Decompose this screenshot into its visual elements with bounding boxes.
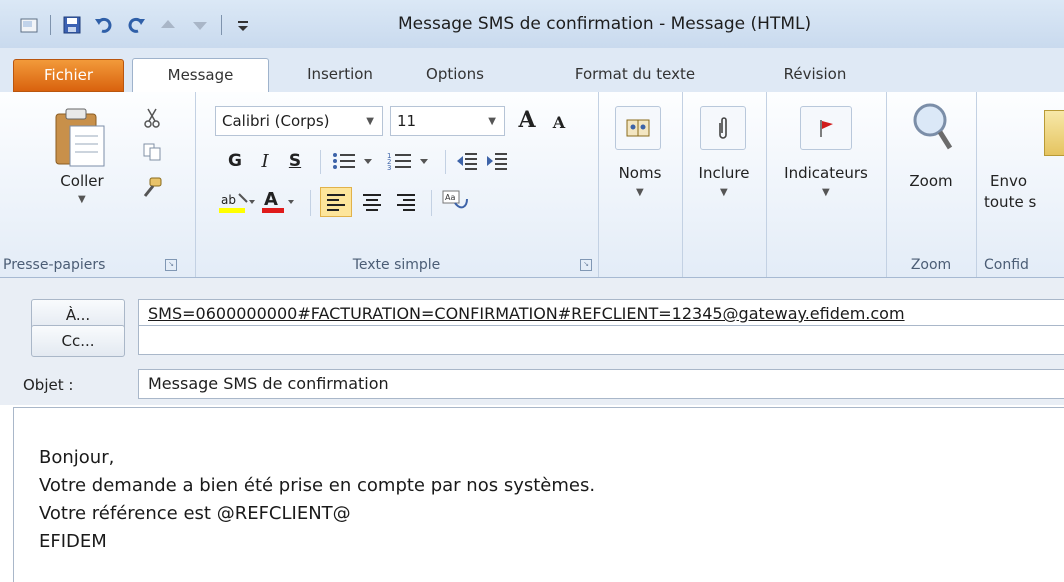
- flag-icon[interactable]: [800, 106, 852, 150]
- separator: [310, 190, 311, 216]
- body-line: Votre demande a bien été prise en compte…: [39, 475, 596, 496]
- group-flags: Indicateurs ▼: [766, 92, 887, 277]
- zoom-icon[interactable]: [910, 100, 954, 152]
- cc-field[interactable]: [138, 325, 1064, 355]
- save-icon[interactable]: [61, 14, 83, 36]
- tab-revision[interactable]: Révision: [760, 58, 870, 91]
- svg-text:3: 3: [387, 164, 391, 172]
- zoom-group-label: Zoom: [910, 257, 952, 273]
- ribbon: Coller ▼ Presse-papiers ↘ Calibri (Corps…: [0, 92, 1064, 278]
- tab-format-du-texte[interactable]: Format du texte: [560, 58, 710, 91]
- send-all-icon[interactable]: [1044, 110, 1064, 156]
- flags-button[interactable]: Indicateurs: [766, 164, 886, 182]
- confidentiality-group-label: Confid: [984, 257, 1029, 273]
- font-name-value: Calibri (Corps): [222, 112, 330, 130]
- chevron-down-icon[interactable]: ▼: [720, 187, 728, 198]
- paste-button[interactable]: Coller: [52, 172, 112, 190]
- font-size-select[interactable]: 11 ▼: [390, 106, 505, 136]
- window-title: Message SMS de confirmation - Message (H…: [398, 14, 812, 34]
- group-names: Noms ▼: [598, 92, 683, 277]
- body-line: EFIDEM: [39, 531, 107, 552]
- names-button[interactable]: Noms: [598, 164, 682, 182]
- font-name-select[interactable]: Calibri (Corps) ▼: [215, 106, 383, 136]
- cut-icon[interactable]: [140, 106, 164, 130]
- paperclip-icon[interactable]: [700, 106, 746, 150]
- paste-icon[interactable]: [52, 106, 108, 168]
- clipboard-launcher-icon[interactable]: ↘: [165, 259, 177, 271]
- align-center-icon[interactable]: [357, 187, 387, 217]
- separator: [445, 150, 446, 174]
- body-line: Votre référence est @REFCLIENT@: [39, 503, 351, 524]
- send-button-line1[interactable]: Envo: [990, 172, 1027, 190]
- highlight-color-icon[interactable]: ab: [217, 188, 257, 216]
- body-line: Bonjour,: [39, 447, 115, 468]
- font-size-value: 11: [397, 112, 417, 130]
- cc-button[interactable]: Cc...: [31, 325, 125, 357]
- quick-access-toolbar: [18, 14, 254, 36]
- qat-separator: [221, 15, 222, 35]
- paste-dropdown-arrow[interactable]: ▼: [78, 194, 86, 205]
- chevron-down-icon[interactable]: ▼: [822, 187, 830, 198]
- increase-indent-icon[interactable]: [483, 148, 511, 174]
- subject-label: Objet :: [23, 376, 74, 394]
- group-confidentiality: Envo toute s Confid: [976, 92, 1064, 277]
- bullets-icon[interactable]: [330, 148, 382, 174]
- chevron-down-icon[interactable]: ▼: [636, 187, 644, 198]
- up-arrow-icon[interactable]: [157, 14, 179, 36]
- copy-icon[interactable]: [140, 140, 164, 164]
- zoom-button[interactable]: Zoom: [886, 172, 976, 190]
- italic-button[interactable]: I: [253, 148, 277, 174]
- chevron-down-icon: ▼: [488, 116, 496, 127]
- down-arrow-icon[interactable]: [189, 14, 211, 36]
- svg-text:ab: ab: [221, 193, 236, 207]
- shrink-font-button[interactable]: A: [547, 109, 571, 135]
- group-clipboard: Coller ▼ Presse-papiers ↘: [0, 92, 196, 277]
- tab-options[interactable]: Options: [405, 58, 505, 91]
- grow-font-button[interactable]: A: [513, 106, 541, 134]
- decrease-indent-icon[interactable]: [453, 148, 481, 174]
- tab-fichier[interactable]: Fichier: [13, 59, 124, 92]
- font-launcher-icon[interactable]: ↘: [580, 259, 592, 271]
- tab-insertion[interactable]: Insertion: [290, 58, 390, 91]
- address-book-icon[interactable]: [615, 106, 661, 150]
- redo-icon[interactable]: [125, 14, 147, 36]
- font-group-label: Texte simple: [352, 257, 441, 273]
- separator: [320, 150, 321, 174]
- ribbon-tabs: Fichier Message Insertion Options Format…: [0, 48, 1064, 94]
- tab-message[interactable]: Message: [132, 58, 269, 94]
- group-font: Calibri (Corps) ▼ 11 ▼ A A G I S 123 ab …: [195, 92, 599, 277]
- title-bar: Message SMS de confirmation - Message (H…: [0, 0, 1064, 48]
- subject-field[interactable]: Message SMS de confirmation: [138, 369, 1064, 399]
- styles-icon[interactable]: Aa: [439, 187, 473, 217]
- separator: [431, 190, 432, 216]
- qat-separator: [50, 15, 51, 35]
- numbering-icon[interactable]: 123: [385, 148, 439, 174]
- bold-button[interactable]: G: [223, 148, 247, 174]
- app-menu-icon[interactable]: [18, 14, 40, 36]
- underline-button[interactable]: S: [283, 148, 307, 174]
- svg-text:A: A: [264, 189, 278, 210]
- chevron-down-icon: ▼: [366, 116, 374, 127]
- include-button[interactable]: Inclure: [682, 164, 766, 182]
- svg-text:Aa: Aa: [445, 193, 455, 202]
- customize-icon[interactable]: [232, 14, 254, 36]
- send-button-line2[interactable]: toute s: [984, 193, 1036, 211]
- group-include: Inclure ▼: [682, 92, 767, 277]
- format-painter-icon[interactable]: [140, 176, 164, 200]
- undo-icon[interactable]: [93, 14, 115, 36]
- align-left-icon[interactable]: [320, 187, 352, 217]
- align-right-icon[interactable]: [391, 187, 421, 217]
- font-color-icon[interactable]: A: [260, 188, 300, 216]
- group-zoom: Zoom Zoom: [886, 92, 977, 277]
